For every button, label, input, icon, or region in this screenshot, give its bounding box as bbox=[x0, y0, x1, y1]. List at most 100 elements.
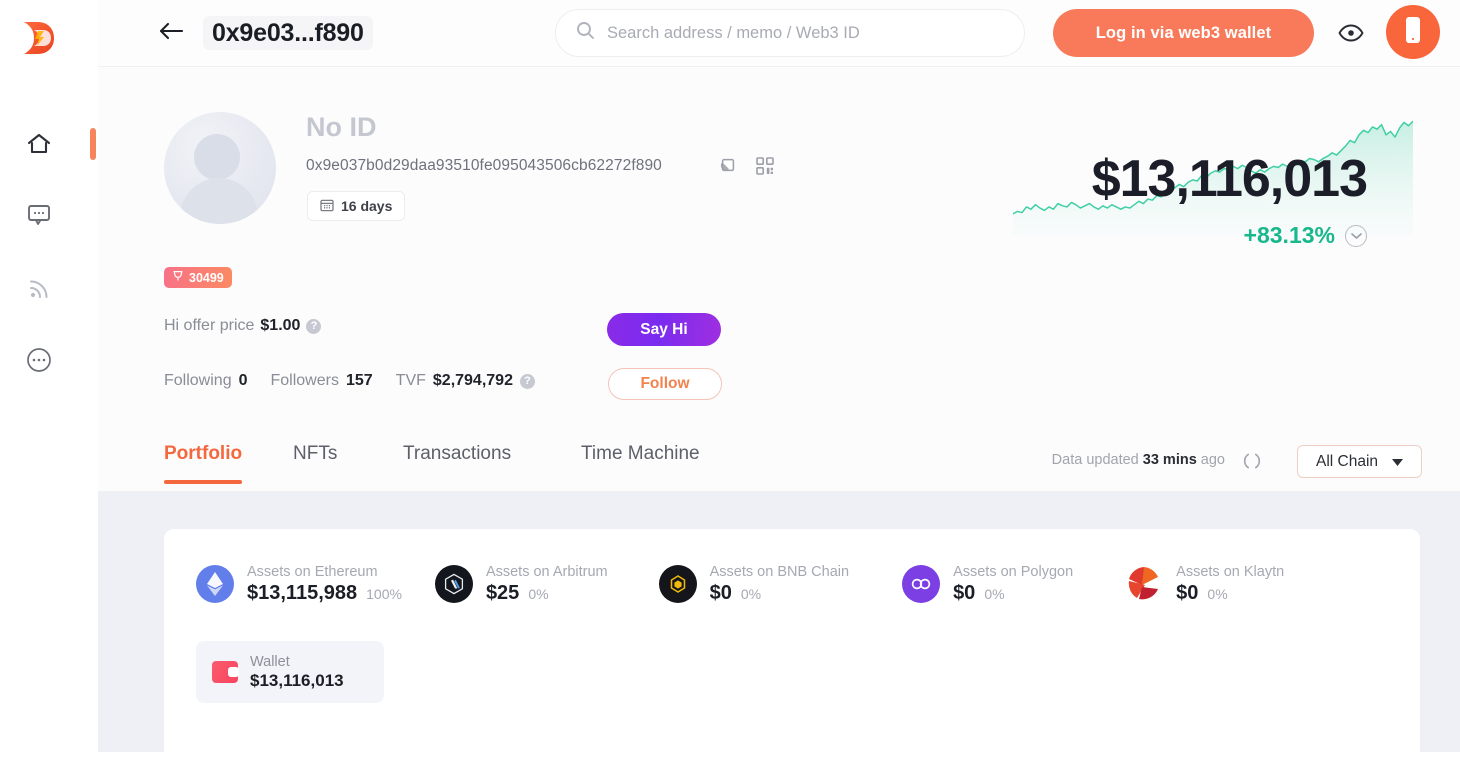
wallet-label: Wallet bbox=[250, 654, 290, 670]
chain-amount: $0 bbox=[709, 582, 732, 604]
chain-filter-label: All Chain bbox=[1315, 452, 1379, 470]
status-badge[interactable]: 30499 bbox=[164, 267, 232, 288]
updated-value: 33 mins bbox=[1142, 452, 1197, 468]
avatar-head-shape bbox=[194, 134, 240, 180]
eye-icon[interactable] bbox=[1336, 18, 1366, 48]
chevron-down-icon bbox=[1392, 453, 1404, 471]
back-button[interactable] bbox=[154, 16, 188, 50]
login-web3-wallet-button[interactable]: Log in via web3 wallet bbox=[1053, 9, 1314, 57]
net-worth-change-row: +83.13% bbox=[1244, 222, 1367, 249]
sidebar-item-more[interactable] bbox=[20, 341, 58, 379]
chains-card: Assets on Ethereum $13,115,988 100% Asse… bbox=[164, 529, 1420, 759]
say-hi-button[interactable]: Say Hi bbox=[607, 313, 721, 346]
chain-name: Assets on Polygon bbox=[953, 564, 1074, 580]
wallet-address[interactable]: 0x9e037b0d29daa93510fe095043506cb62272f8… bbox=[306, 157, 662, 175]
sidebar-item-feed[interactable] bbox=[20, 270, 58, 308]
page-title: 0x9e03...f890 bbox=[203, 16, 373, 50]
chat-bubble-icon bbox=[26, 201, 52, 227]
chain-item-klaytn[interactable]: Assets on Klaytn $0 0% bbox=[1125, 563, 1284, 605]
hi-offer-label: Hi offer price bbox=[164, 317, 255, 334]
chain-item-bnb-chain[interactable]: Assets on BNB Chain $0 0% bbox=[658, 563, 850, 605]
sidebar-item-chat[interactable] bbox=[20, 195, 58, 233]
arbitrum-logo-icon bbox=[434, 565, 473, 603]
copy-icon[interactable] bbox=[718, 157, 736, 180]
chain-item-arbitrum[interactable]: Assets on Arbitrum $25 0% bbox=[434, 563, 608, 605]
home-icon bbox=[25, 130, 53, 158]
tab-bar: Portfolio NFTs Transactions Time Machine… bbox=[98, 425, 1460, 492]
sidebar-active-indicator bbox=[90, 128, 96, 160]
arrow-left-icon bbox=[158, 21, 184, 46]
chevron-down-circle-icon[interactable] bbox=[1345, 224, 1367, 247]
left-sidebar bbox=[0, 0, 98, 752]
question-mark-icon[interactable]: ? bbox=[519, 373, 535, 389]
medal-icon bbox=[172, 270, 184, 285]
bnb-chain-logo-icon bbox=[658, 565, 697, 603]
wallet-summary-card[interactable]: Wallet $13,116,013 bbox=[196, 641, 384, 703]
chain-percent: 100% bbox=[366, 586, 402, 602]
avatar[interactable] bbox=[164, 112, 276, 224]
net-worth-change: +83.13% bbox=[1243, 222, 1335, 248]
stat-followers[interactable]: Followers 157 bbox=[271, 372, 373, 390]
chain-amount: $0 bbox=[1176, 582, 1199, 604]
avatar-body-shape bbox=[180, 178, 258, 224]
chain-summary-row: Assets on Ethereum $13,115,988 100% Asse… bbox=[164, 529, 1420, 639]
status-badge-value: 30499 bbox=[189, 270, 224, 285]
search-icon bbox=[576, 21, 595, 45]
net-worth-total: $13,116,013 bbox=[1091, 150, 1368, 208]
ethereum-logo-icon bbox=[196, 565, 234, 603]
following-label: Following bbox=[164, 372, 232, 389]
followers-label: Followers bbox=[270, 372, 339, 389]
refresh-icon[interactable] bbox=[1241, 450, 1263, 472]
chain-name: Assets on BNB Chain bbox=[709, 564, 850, 580]
chain-name: Assets on Arbitrum bbox=[485, 564, 608, 580]
stat-following[interactable]: Following 0 bbox=[164, 372, 248, 390]
stat-tvf: TVF $2,794,792 ? bbox=[396, 372, 535, 390]
tab-time-machine[interactable]: Time Machine bbox=[581, 443, 700, 481]
updated-prefix: Data updated bbox=[1051, 452, 1139, 468]
data-updated-label: Data updated 33 mins ago bbox=[1052, 452, 1225, 468]
tab-nfts[interactable]: NFTs bbox=[293, 443, 337, 481]
social-stats: Following 0 Followers 157 TVF $2,794,792… bbox=[164, 372, 535, 390]
polygon-logo-icon bbox=[902, 565, 941, 603]
chain-amount: $0 bbox=[953, 582, 976, 604]
tab-transactions[interactable]: Transactions bbox=[403, 443, 511, 481]
chain-item-ethereum[interactable]: Assets on Ethereum $13,115,988 100% bbox=[196, 563, 402, 605]
tvf-value: $2,794,792 bbox=[432, 372, 513, 389]
search-input[interactable] bbox=[607, 23, 987, 43]
hi-offer-value: $1.00 bbox=[260, 317, 301, 334]
portfolio-content: Assets on Ethereum $13,115,988 100% Asse… bbox=[98, 492, 1460, 759]
search-box[interactable] bbox=[555, 9, 1025, 57]
rss-feed-icon bbox=[26, 276, 52, 302]
follow-button[interactable]: Follow bbox=[608, 368, 722, 400]
wallet-amount: $13,116,013 bbox=[250, 671, 344, 690]
chain-name: Assets on Ethereum bbox=[247, 564, 378, 580]
chain-percent: 0% bbox=[1207, 586, 1228, 602]
account-age-label: 16 days bbox=[341, 198, 393, 214]
calendar-icon bbox=[320, 198, 334, 215]
chain-name: Assets on Klaytn bbox=[1176, 564, 1285, 580]
question-mark-icon[interactable]: ? bbox=[306, 318, 322, 334]
tab-portfolio[interactable]: Portfolio bbox=[164, 443, 243, 484]
chain-item-polygon[interactable]: Assets on Polygon $0 0% bbox=[902, 563, 1073, 605]
tvf-label: TVF bbox=[395, 372, 426, 389]
chain-percent: 0% bbox=[740, 586, 762, 602]
net-worth-panel: $13,116,013 +83.13% bbox=[1013, 107, 1413, 322]
mobile-app-button[interactable] bbox=[1386, 5, 1440, 59]
qr-code-icon[interactable] bbox=[756, 157, 774, 180]
hi-offer-price: Hi offer price $1.00 ? bbox=[164, 317, 322, 335]
klaytn-logo-icon bbox=[1125, 565, 1164, 603]
sidebar-item-home[interactable] bbox=[20, 125, 58, 163]
more-circle-icon bbox=[25, 346, 53, 374]
debank-logo-icon[interactable] bbox=[20, 18, 60, 58]
following-value: 0 bbox=[238, 372, 248, 389]
updated-suffix: ago bbox=[1200, 452, 1225, 468]
top-bar: 0x9e03...f890 Log in via web3 wallet bbox=[98, 0, 1460, 67]
mobile-phone-icon bbox=[1402, 14, 1424, 51]
wallet-icon bbox=[212, 661, 239, 683]
chain-amount: $25 bbox=[485, 582, 520, 604]
followers-value: 157 bbox=[345, 372, 373, 389]
chain-percent: 0% bbox=[528, 586, 549, 602]
account-age-chip[interactable]: 16 days bbox=[307, 191, 406, 221]
chain-percent: 0% bbox=[984, 586, 1005, 602]
chain-filter-select[interactable]: All Chain bbox=[1297, 445, 1422, 478]
